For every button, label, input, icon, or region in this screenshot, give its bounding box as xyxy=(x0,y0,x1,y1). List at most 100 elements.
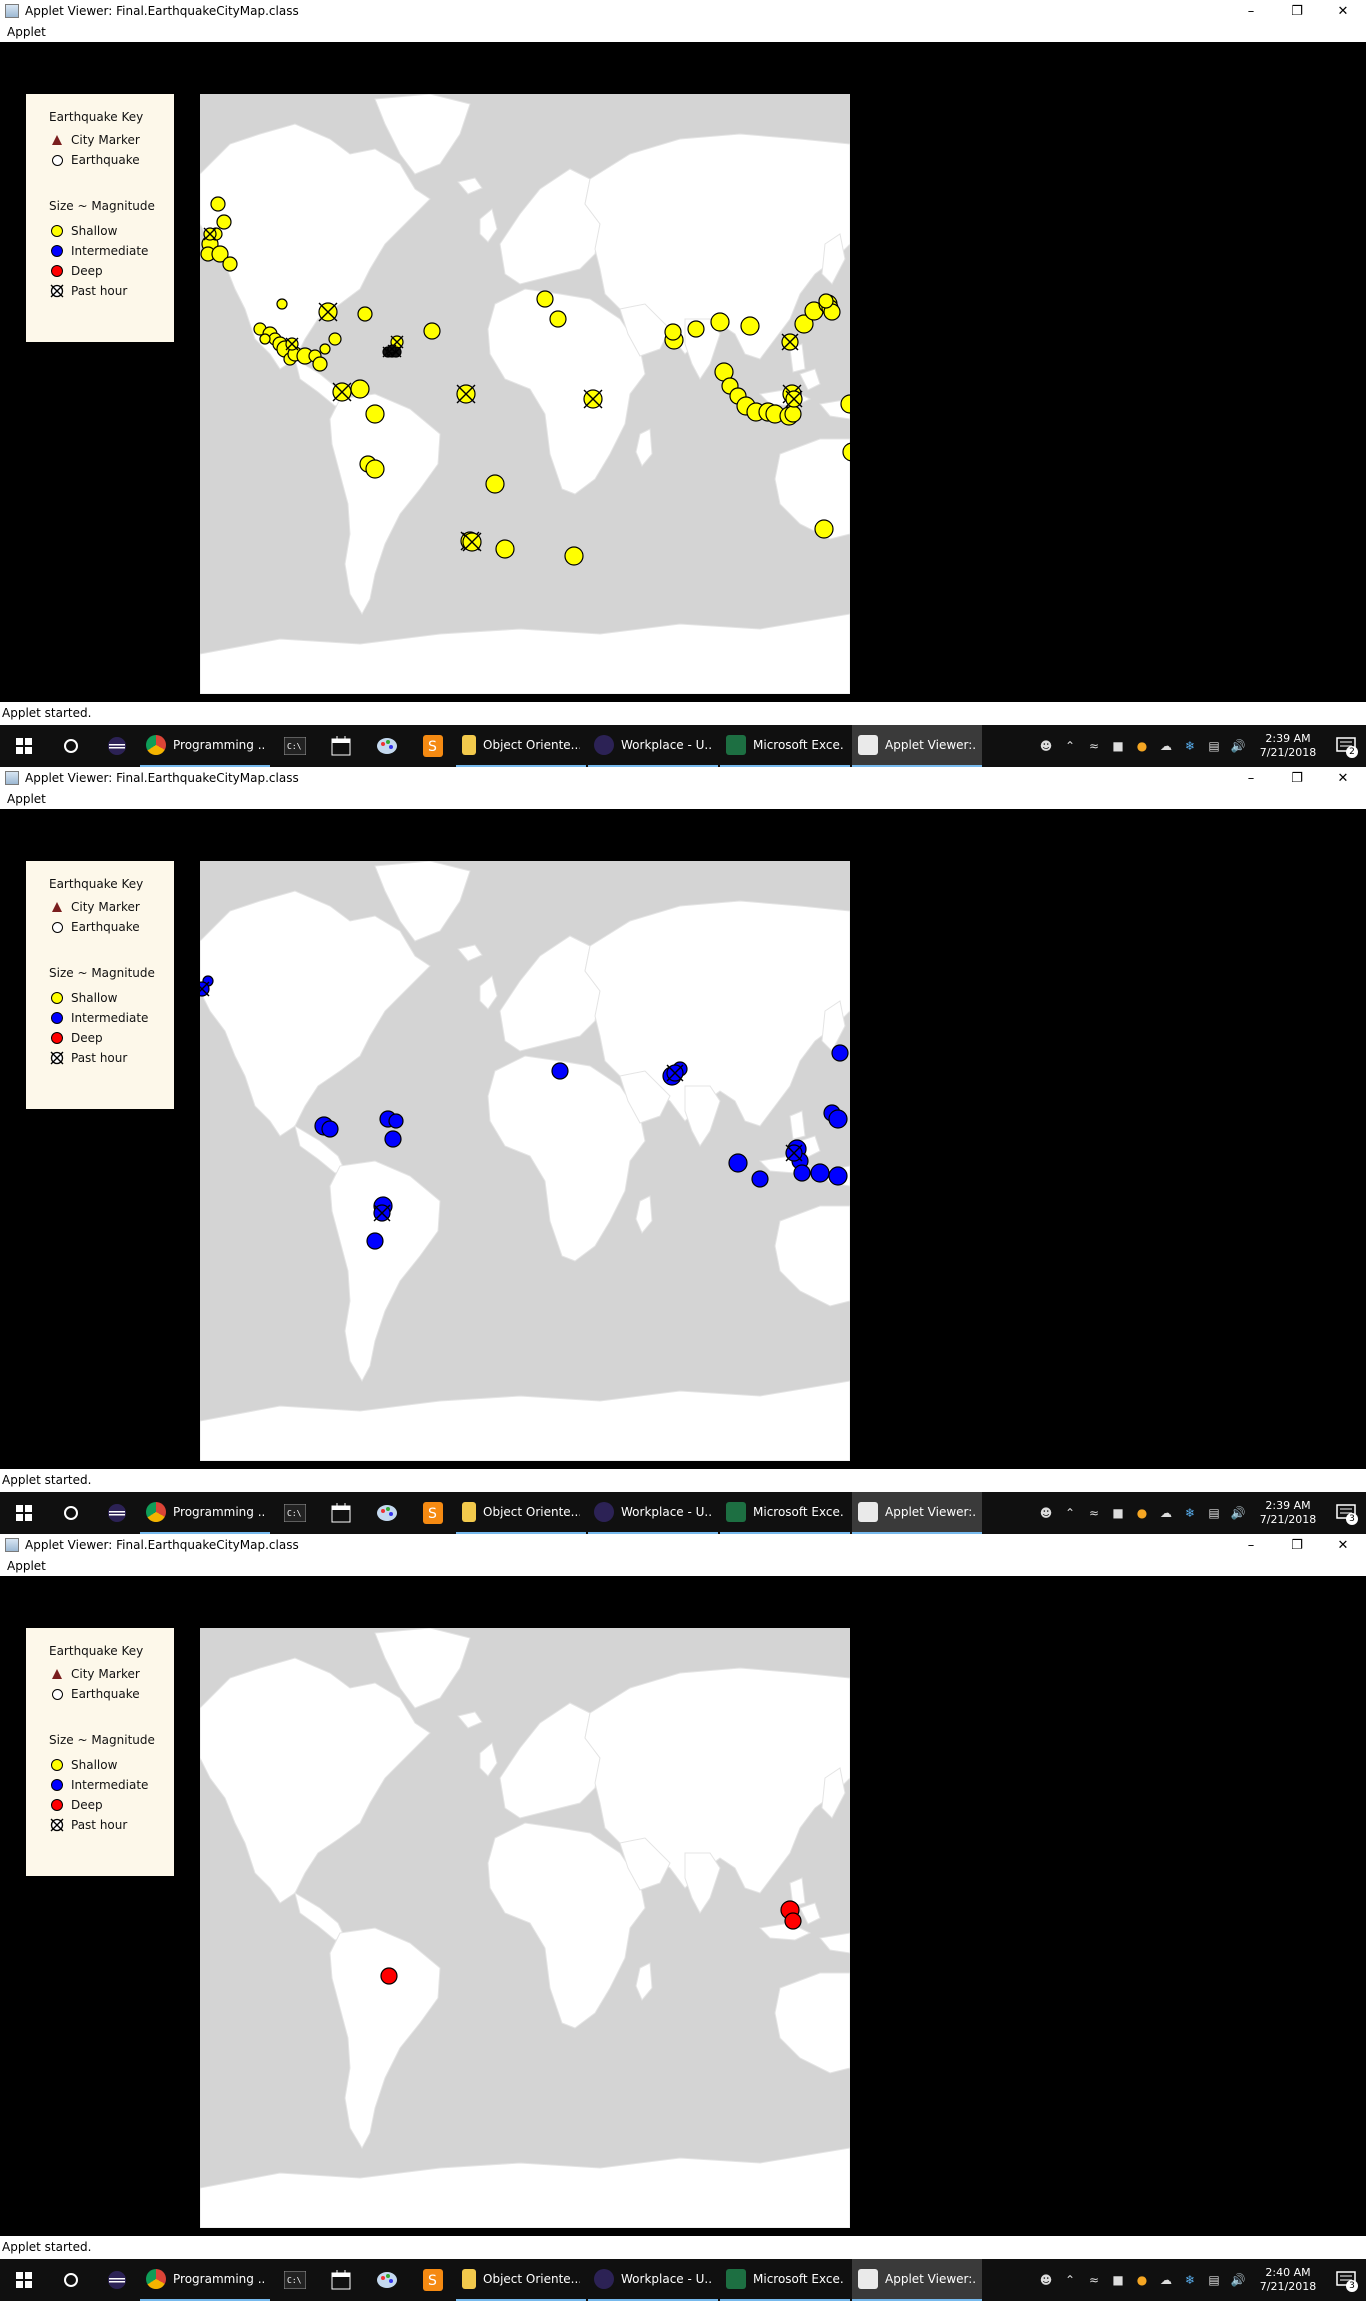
terminal-taskbar-icon[interactable]: C:\ xyxy=(272,725,318,767)
menu-applet[interactable]: Applet xyxy=(7,25,46,39)
shallow-earthquake-marker[interactable] xyxy=(740,316,760,336)
volume-icon[interactable]: 🔊 xyxy=(1226,2259,1250,2301)
taskbar-app-applet-viewer[interactable]: Applet Viewer:... xyxy=(852,2259,982,2301)
shallow-earthquake-marker[interactable] xyxy=(536,290,554,308)
network-icon[interactable]: ▤ xyxy=(1202,2259,1226,2301)
taskbar-app-applet-viewer[interactable]: Applet Viewer:... xyxy=(852,1492,982,1534)
sublime-taskbar-icon[interactable]: S xyxy=(410,1492,456,1534)
update-icon[interactable]: ● xyxy=(1130,1492,1154,1534)
intermediate-earthquake-marker[interactable] xyxy=(551,1062,569,1080)
calendar-taskbar-icon[interactable] xyxy=(318,1492,364,1534)
chevron-up-icon[interactable]: ⌃ xyxy=(1058,1492,1082,1534)
intermediate-earthquake-marker[interactable] xyxy=(366,1232,384,1250)
window-titlebar[interactable]: Applet Viewer: Final.EarthquakeCityMap.c… xyxy=(0,0,1366,22)
deep-earthquake-marker[interactable] xyxy=(380,1967,398,1985)
security-icon[interactable]: ■ xyxy=(1106,725,1130,767)
shallow-earthquake-marker[interactable] xyxy=(549,310,567,328)
chevron-up-icon[interactable]: ⌃ xyxy=(1058,725,1082,767)
close-button[interactable]: ✕ xyxy=(1320,1534,1366,1556)
intermediate-earthquake-marker[interactable] xyxy=(388,1113,404,1129)
start-button[interactable] xyxy=(0,2259,48,2301)
taskbar-app-chrome[interactable]: Programming ... xyxy=(140,1492,270,1534)
snowflake-icon[interactable]: ❄ xyxy=(1178,725,1202,767)
window-titlebar[interactable]: Applet Viewer: Final.EarthquakeCityMap.c… xyxy=(0,1534,1366,1556)
paint-taskbar-icon[interactable] xyxy=(364,1492,410,1534)
shallow-earthquake-marker[interactable] xyxy=(365,459,385,479)
sublime-taskbar-icon[interactable]: S xyxy=(410,725,456,767)
shallow-earthquake-marker[interactable] xyxy=(495,539,515,559)
shallow-earthquake-marker[interactable] xyxy=(210,196,226,212)
onedrive-icon[interactable]: ☁ xyxy=(1154,1492,1178,1534)
shallow-earthquake-marker[interactable] xyxy=(365,404,385,424)
shallow-earthquake-marker[interactable] xyxy=(328,332,342,346)
taskbar-clock[interactable]: 2:39 AM 7/21/2018 xyxy=(1250,732,1326,760)
start-button[interactable] xyxy=(0,725,48,767)
people-icon[interactable]: ☻ xyxy=(1034,2259,1058,2301)
sublime-taskbar-icon[interactable]: S xyxy=(410,2259,456,2301)
world-map[interactable] xyxy=(200,861,850,1461)
snowflake-icon[interactable]: ❄ xyxy=(1178,1492,1202,1534)
action-center-button[interactable]: 2 xyxy=(1326,725,1366,767)
action-center-button[interactable]: 3 xyxy=(1326,1492,1366,1534)
intermediate-earthquake-marker[interactable] xyxy=(810,1163,830,1183)
paint-taskbar-icon[interactable] xyxy=(364,2259,410,2301)
intermediate-earthquake-marker[interactable] xyxy=(828,1166,848,1186)
minimize-button[interactable]: – xyxy=(1228,1534,1274,1556)
taskbar-app-explorer[interactable]: Object Oriente... xyxy=(456,1492,586,1534)
taskbar-app-explorer[interactable]: Object Oriente... xyxy=(456,725,586,767)
security-icon[interactable]: ■ xyxy=(1106,2259,1130,2301)
deep-earthquake-marker[interactable] xyxy=(784,1912,802,1930)
security-icon[interactable]: ■ xyxy=(1106,1492,1130,1534)
taskbar-app-explorer[interactable]: Object Oriente... xyxy=(456,2259,586,2301)
shallow-earthquake-marker[interactable] xyxy=(485,474,505,494)
paint-taskbar-icon[interactable] xyxy=(364,725,410,767)
shallow-earthquake-marker[interactable] xyxy=(222,256,238,272)
action-center-button[interactable]: 3 xyxy=(1326,2259,1366,2301)
shallow-earthquake-marker[interactable] xyxy=(319,343,331,355)
taskbar-clock[interactable]: 2:39 AM 7/21/2018 xyxy=(1250,1499,1326,1527)
taskbar-app-eclipse[interactable]: Workplace - U... xyxy=(588,725,718,767)
intermediate-earthquake-marker[interactable] xyxy=(831,1044,849,1062)
onedrive-icon[interactable]: ☁ xyxy=(1154,2259,1178,2301)
update-icon[interactable]: ● xyxy=(1130,725,1154,767)
shallow-earthquake-marker[interactable] xyxy=(357,306,373,322)
intermediate-earthquake-marker[interactable] xyxy=(384,1130,402,1148)
update-icon[interactable]: ● xyxy=(1130,2259,1154,2301)
chevron-up-icon[interactable]: ⌃ xyxy=(1058,2259,1082,2301)
taskbar-app-eclipse[interactable]: Workplace - U... xyxy=(588,1492,718,1534)
eclipse-taskbar-icon[interactable] xyxy=(94,1492,140,1534)
restore-button[interactable]: ❐ xyxy=(1274,767,1320,789)
restore-button[interactable]: ❐ xyxy=(1274,1534,1320,1556)
taskbar-app-chrome[interactable]: Programming ... xyxy=(140,2259,270,2301)
world-map[interactable] xyxy=(200,94,850,694)
terminal-taskbar-icon[interactable]: C:\ xyxy=(272,1492,318,1534)
minimize-button[interactable]: – xyxy=(1228,0,1274,22)
taskbar-app-excel[interactable]: Microsoft Exce... xyxy=(720,725,850,767)
search-button[interactable] xyxy=(48,725,94,767)
eclipse-taskbar-icon[interactable] xyxy=(94,725,140,767)
volume-icon[interactable]: 🔊 xyxy=(1226,725,1250,767)
taskbar-app-chrome[interactable]: Programming ... xyxy=(140,725,270,767)
search-button[interactable] xyxy=(48,2259,94,2301)
intermediate-earthquake-marker[interactable] xyxy=(728,1153,748,1173)
shallow-earthquake-marker[interactable] xyxy=(710,312,730,332)
intermediate-earthquake-marker[interactable] xyxy=(793,1164,811,1182)
shallow-earthquake-marker[interactable] xyxy=(818,293,834,309)
intermediate-earthquake-marker[interactable] xyxy=(751,1170,769,1188)
taskbar-app-eclipse[interactable]: Workplace - U... xyxy=(588,2259,718,2301)
shallow-earthquake-marker[interactable] xyxy=(814,519,834,539)
minimize-button[interactable]: – xyxy=(1228,767,1274,789)
onedrive-icon[interactable]: ☁ xyxy=(1154,725,1178,767)
taskbar-app-applet-viewer[interactable]: Applet Viewer:... xyxy=(852,725,982,767)
eclipse-taskbar-icon[interactable] xyxy=(94,2259,140,2301)
start-button[interactable] xyxy=(0,1492,48,1534)
terminal-taskbar-icon[interactable]: C:\ xyxy=(272,2259,318,2301)
shallow-earthquake-marker[interactable] xyxy=(664,323,682,341)
search-button[interactable] xyxy=(48,1492,94,1534)
shallow-earthquake-marker[interactable] xyxy=(350,379,370,399)
wifi-icon[interactable]: ≈ xyxy=(1082,2259,1106,2301)
close-button[interactable]: ✕ xyxy=(1320,0,1366,22)
shallow-earthquake-marker[interactable] xyxy=(276,298,288,310)
shallow-earthquake-marker[interactable] xyxy=(259,333,271,345)
taskbar-app-excel[interactable]: Microsoft Exce... xyxy=(720,2259,850,2301)
